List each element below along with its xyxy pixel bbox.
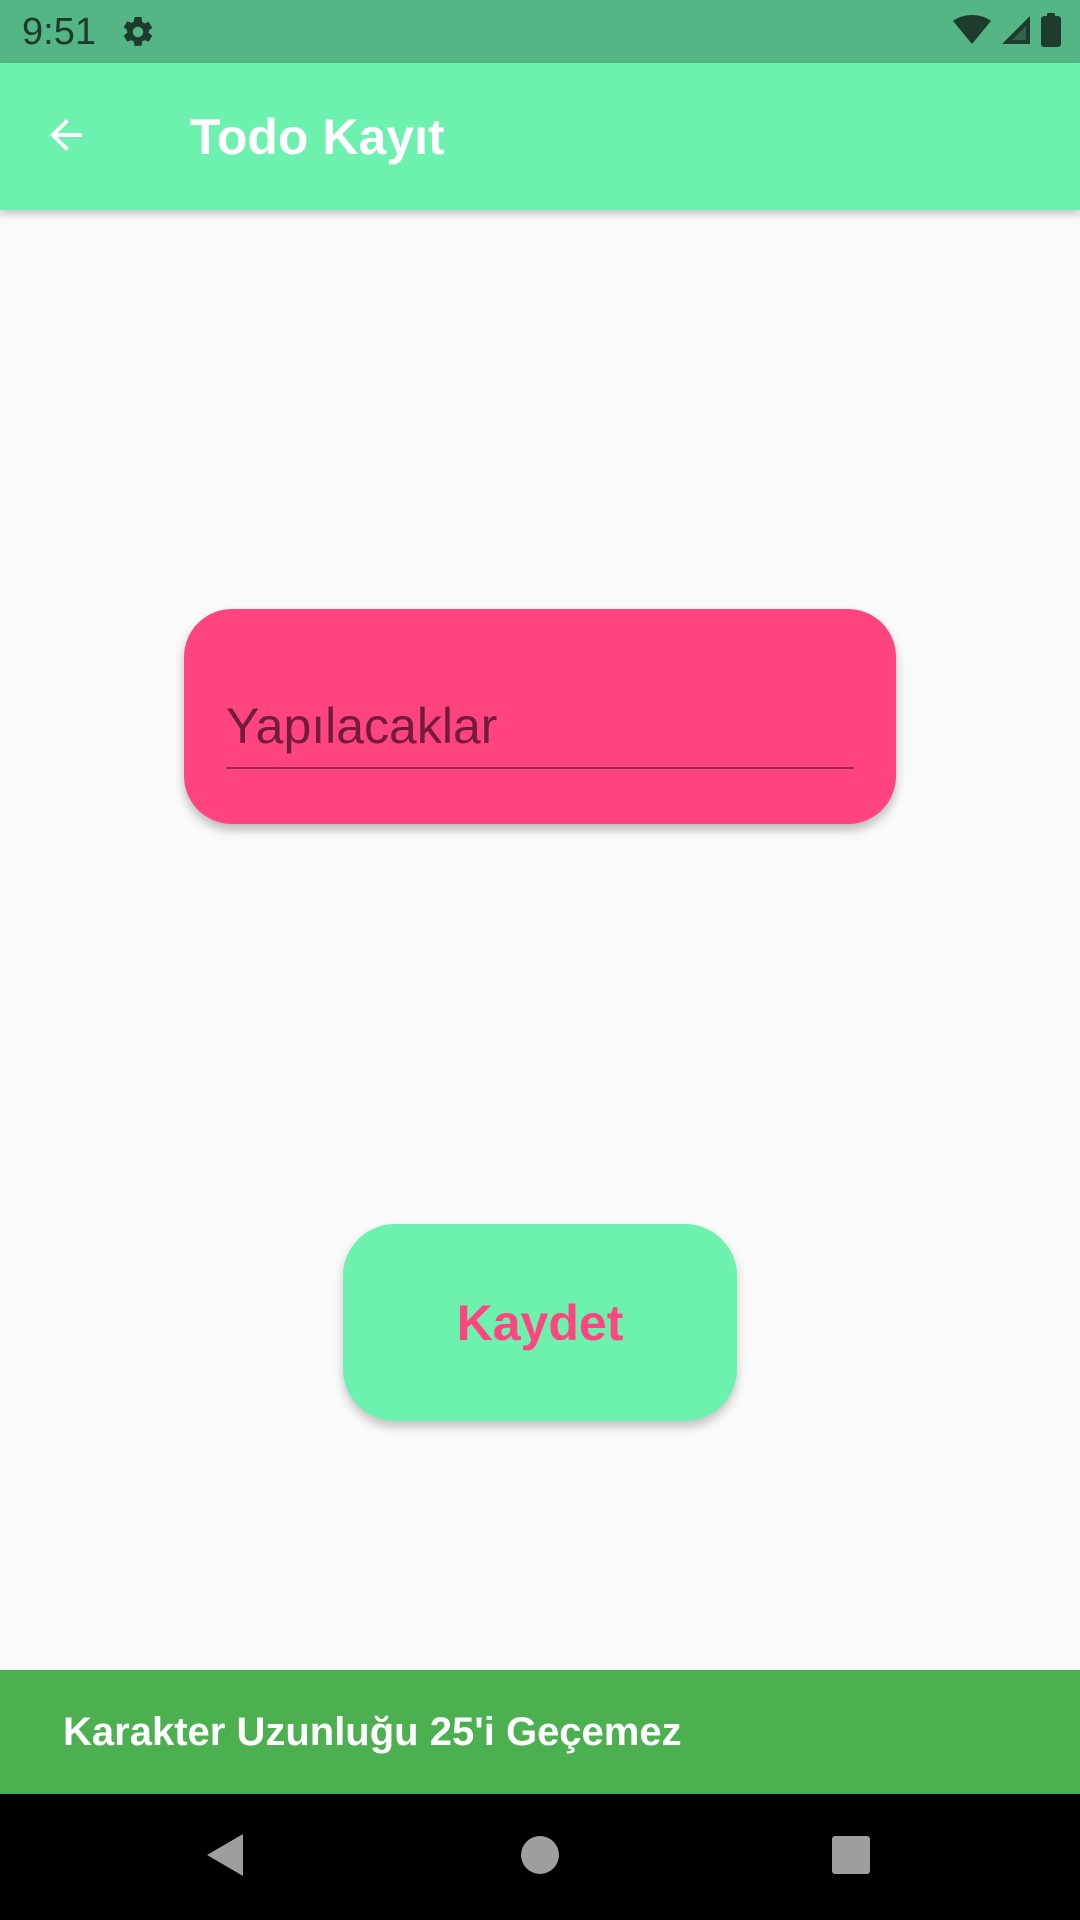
save-button-label: Kaydet bbox=[456, 1294, 624, 1351]
nav-recents-button[interactable] bbox=[818, 1824, 884, 1890]
snackbar-message: Karakter Uzunluğu 25'i Geçemez bbox=[63, 1710, 682, 1754]
todo-input[interactable] bbox=[226, 685, 854, 769]
wifi-icon bbox=[952, 14, 992, 51]
system-nav-bar bbox=[0, 1794, 1080, 1920]
recents-square-icon bbox=[831, 1835, 871, 1880]
signal-icon bbox=[1000, 14, 1032, 51]
back-button[interactable] bbox=[34, 105, 98, 169]
status-indicators bbox=[952, 12, 1062, 52]
nav-home-button[interactable] bbox=[507, 1824, 573, 1890]
app-bar: Todo Kayıt bbox=[0, 63, 1080, 210]
arrow-back-icon bbox=[42, 111, 90, 164]
page-title: Todo Kayıt bbox=[190, 109, 445, 165]
gear-icon bbox=[120, 14, 156, 50]
save-button[interactable]: Kaydet bbox=[343, 1224, 737, 1421]
snackbar: Karakter Uzunluğu 25'i Geçemez bbox=[0, 1670, 1080, 1794]
battery-icon bbox=[1040, 12, 1062, 52]
status-time: 9:51 bbox=[22, 11, 96, 53]
back-triangle-icon bbox=[203, 1832, 247, 1883]
todo-input-card bbox=[184, 609, 896, 824]
status-bar: 9:51 bbox=[0, 0, 1080, 63]
home-circle-icon bbox=[520, 1835, 560, 1880]
nav-back-button[interactable] bbox=[192, 1824, 258, 1890]
